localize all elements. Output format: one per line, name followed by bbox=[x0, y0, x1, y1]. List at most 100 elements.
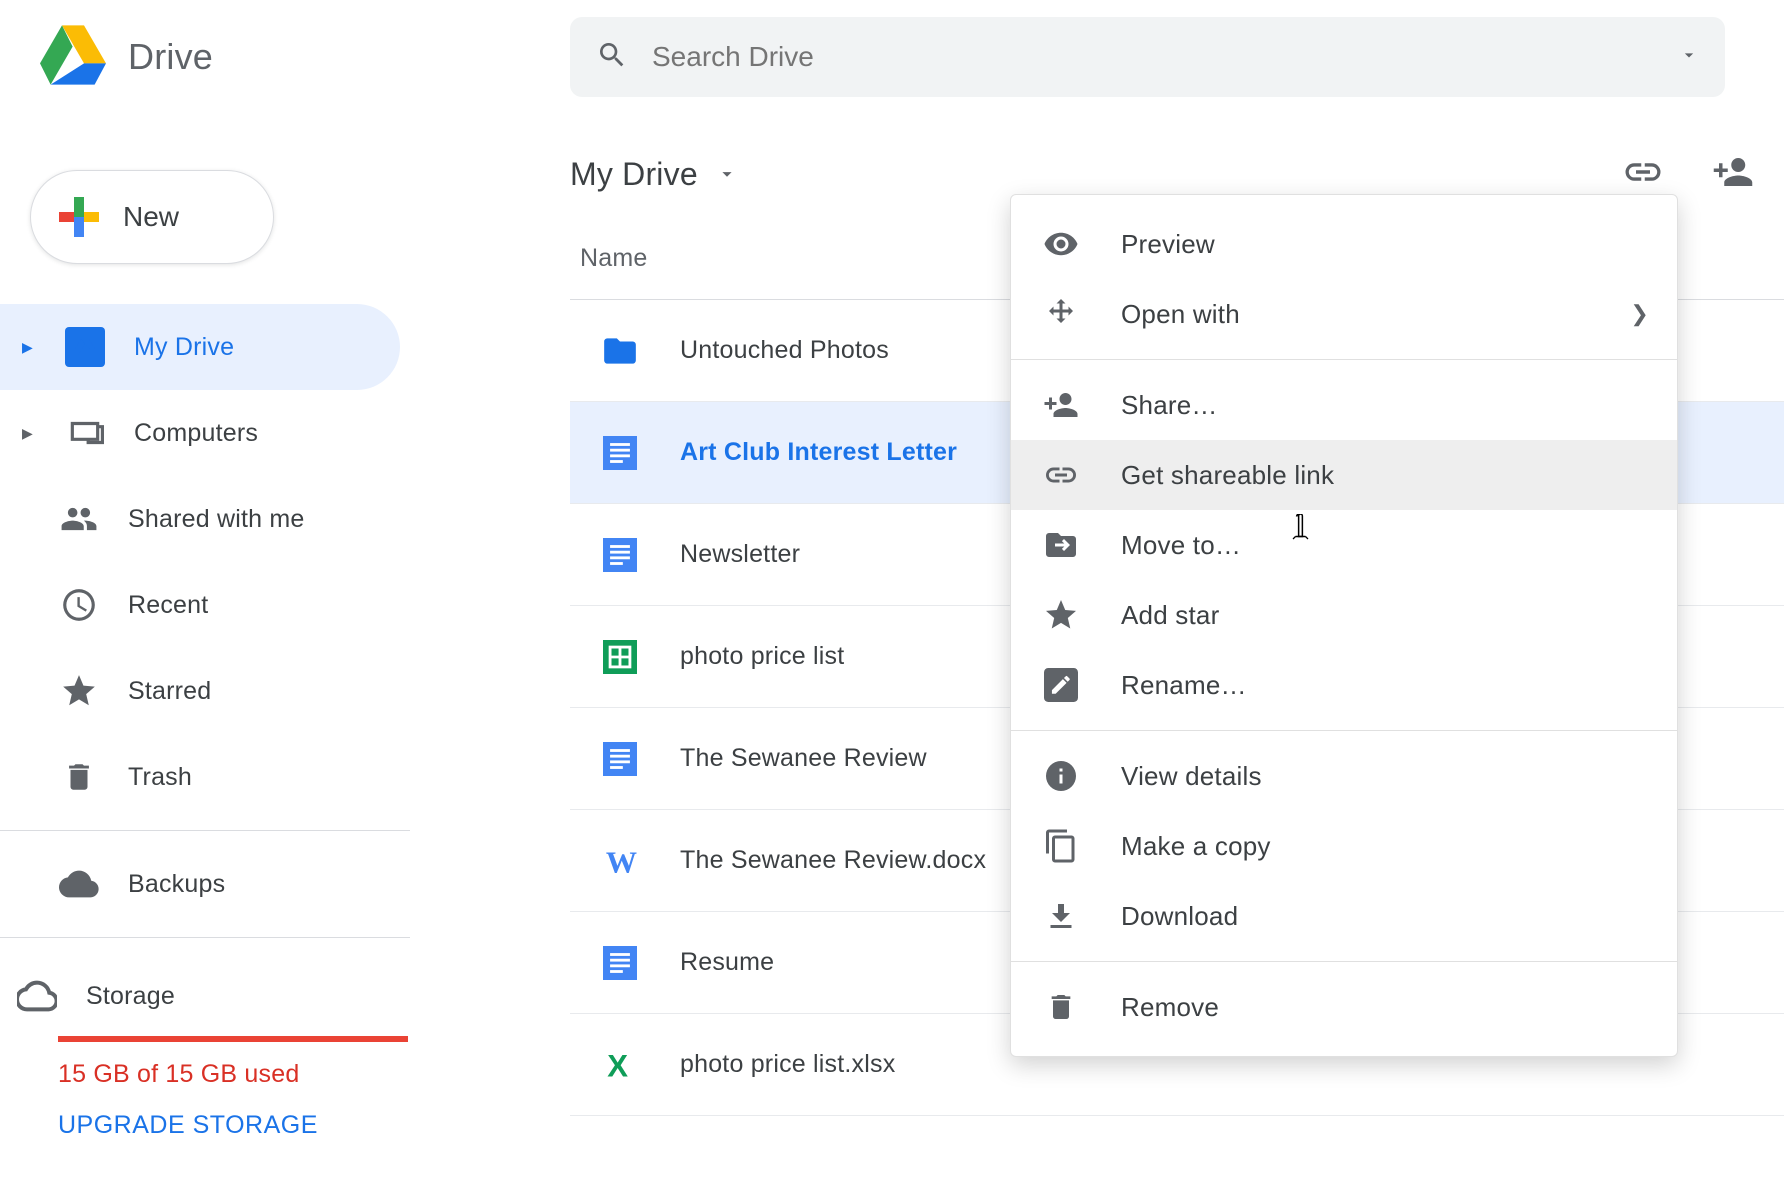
ctx-get-link[interactable]: Get shareable link bbox=[1011, 440, 1677, 510]
ctx-move[interactable]: Move to… bbox=[1011, 510, 1677, 580]
new-button-label: New bbox=[123, 201, 179, 233]
file-name: Untouched Photos bbox=[680, 336, 889, 365]
breadcrumb-current: My Drive bbox=[570, 156, 698, 193]
cursor-icon bbox=[1288, 514, 1318, 550]
file-name: Art Club Interest Letter bbox=[680, 438, 957, 467]
sidebar-item-my-drive[interactable]: ▶ My Drive bbox=[0, 304, 400, 390]
file-name: photo price list bbox=[680, 642, 844, 671]
context-menu: Preview Open with ❯ Share… Get shareable… bbox=[1010, 194, 1678, 1057]
sidebar-item-label: Computers bbox=[134, 419, 258, 448]
dropdown-caret-icon bbox=[716, 156, 738, 193]
sidebar-item-trash[interactable]: Trash bbox=[0, 734, 400, 820]
ctx-label: Rename… bbox=[1121, 670, 1247, 701]
sidebar-item-shared[interactable]: Shared with me bbox=[0, 476, 400, 562]
main: My Drive Name Untouched Photos bbox=[410, 114, 1784, 1200]
ctx-label: Open with bbox=[1121, 299, 1240, 330]
sidebar-item-computers[interactable]: ▶ Computers bbox=[0, 390, 400, 476]
sidebar-item-label: Shared with me bbox=[128, 505, 305, 534]
doc-icon bbox=[600, 436, 640, 470]
ctx-rename[interactable]: Rename… bbox=[1011, 650, 1677, 720]
person-add-icon[interactable] bbox=[1712, 151, 1754, 198]
copy-icon bbox=[1041, 828, 1081, 864]
divider bbox=[1011, 359, 1677, 360]
people-icon bbox=[58, 500, 100, 538]
storage-section: Storage 15 GB of 15 GB used UPGRADE STOR… bbox=[0, 948, 410, 1140]
upgrade-storage-link[interactable]: UPGRADE STORAGE bbox=[58, 1111, 410, 1140]
ctx-copy[interactable]: Make a copy bbox=[1011, 811, 1677, 881]
sidebar-item-label: Starred bbox=[128, 677, 211, 706]
search-icon bbox=[596, 39, 628, 76]
dropdown-caret-icon[interactable] bbox=[1679, 45, 1699, 70]
ctx-label: Share… bbox=[1121, 390, 1218, 421]
ctx-download[interactable]: Download bbox=[1011, 881, 1677, 951]
sheet-icon bbox=[600, 640, 640, 674]
move-arrows-icon bbox=[1041, 296, 1081, 332]
search-bar[interactable] bbox=[570, 17, 1725, 97]
header: Drive bbox=[0, 0, 1784, 114]
folder-move-icon bbox=[1041, 527, 1081, 563]
my-drive-icon bbox=[64, 327, 106, 367]
ctx-label: Preview bbox=[1121, 229, 1215, 260]
clock-icon bbox=[58, 586, 100, 624]
divider bbox=[1011, 961, 1677, 962]
sidebar-nav: ▶ My Drive ▶ Computers Shared with me bbox=[0, 304, 410, 1140]
expand-caret-icon[interactable]: ▶ bbox=[22, 339, 36, 356]
link-icon[interactable] bbox=[1622, 151, 1664, 198]
trash-icon bbox=[1041, 991, 1081, 1023]
cloud-icon bbox=[58, 864, 100, 904]
svg-text:X: X bbox=[607, 1048, 628, 1083]
expand-caret-icon[interactable]: ▶ bbox=[22, 425, 36, 442]
brand[interactable]: Drive bbox=[40, 22, 570, 93]
file-name: Resume bbox=[680, 948, 774, 977]
storage-bar bbox=[58, 1036, 408, 1042]
ctx-remove[interactable]: Remove bbox=[1011, 972, 1677, 1042]
ctx-label: View details bbox=[1121, 761, 1262, 792]
file-name: The Sewanee Review.docx bbox=[680, 846, 986, 875]
person-add-icon bbox=[1041, 387, 1081, 423]
star-icon bbox=[58, 672, 100, 710]
new-button[interactable]: New bbox=[30, 170, 274, 264]
breadcrumb[interactable]: My Drive bbox=[570, 156, 738, 193]
sidebar: New ▶ My Drive ▶ Computers bbox=[0, 114, 410, 1200]
file-name: Newsletter bbox=[680, 540, 800, 569]
ctx-details[interactable]: View details bbox=[1011, 741, 1677, 811]
divider bbox=[0, 830, 410, 831]
search-input[interactable] bbox=[652, 41, 1655, 73]
sidebar-item-recent[interactable]: Recent bbox=[0, 562, 400, 648]
drive-logo-icon bbox=[40, 22, 106, 93]
ctx-label: Make a copy bbox=[1121, 831, 1271, 862]
doc-icon bbox=[600, 742, 640, 776]
folder-icon bbox=[600, 332, 640, 370]
ctx-star[interactable]: Add star bbox=[1011, 580, 1677, 650]
pencil-icon bbox=[1041, 668, 1081, 702]
storage-label: Storage bbox=[86, 982, 175, 1011]
divider bbox=[0, 937, 410, 938]
ctx-label: Move to… bbox=[1121, 530, 1241, 561]
sidebar-item-label: Recent bbox=[128, 591, 208, 620]
file-name: The Sewanee Review bbox=[680, 744, 927, 773]
ctx-open-with[interactable]: Open with ❯ bbox=[1011, 279, 1677, 349]
ctx-preview[interactable]: Preview bbox=[1011, 209, 1677, 279]
ctx-label: Remove bbox=[1121, 992, 1219, 1023]
storage-used-text: 15 GB of 15 GB used bbox=[58, 1060, 410, 1089]
doc-icon bbox=[600, 538, 640, 572]
trash-icon bbox=[58, 760, 100, 794]
ctx-share[interactable]: Share… bbox=[1011, 370, 1677, 440]
doc-icon bbox=[600, 946, 640, 980]
sidebar-item-starred[interactable]: Starred bbox=[0, 648, 400, 734]
brand-name: Drive bbox=[128, 36, 213, 78]
info-icon bbox=[1041, 758, 1081, 794]
toolbar bbox=[1622, 151, 1754, 198]
plus-icon bbox=[59, 197, 99, 237]
sidebar-item-storage[interactable]: Storage bbox=[58, 976, 410, 1016]
computers-icon bbox=[64, 414, 106, 452]
sidebar-item-label: My Drive bbox=[134, 333, 234, 362]
divider bbox=[1011, 730, 1677, 731]
download-icon bbox=[1041, 898, 1081, 934]
sidebar-item-label: Backups bbox=[128, 870, 225, 899]
sidebar-item-backups[interactable]: Backups bbox=[0, 841, 400, 927]
eye-icon bbox=[1041, 226, 1081, 262]
star-icon bbox=[1041, 597, 1081, 633]
ctx-label: Get shareable link bbox=[1121, 460, 1334, 491]
svg-text:W: W bbox=[606, 844, 637, 879]
